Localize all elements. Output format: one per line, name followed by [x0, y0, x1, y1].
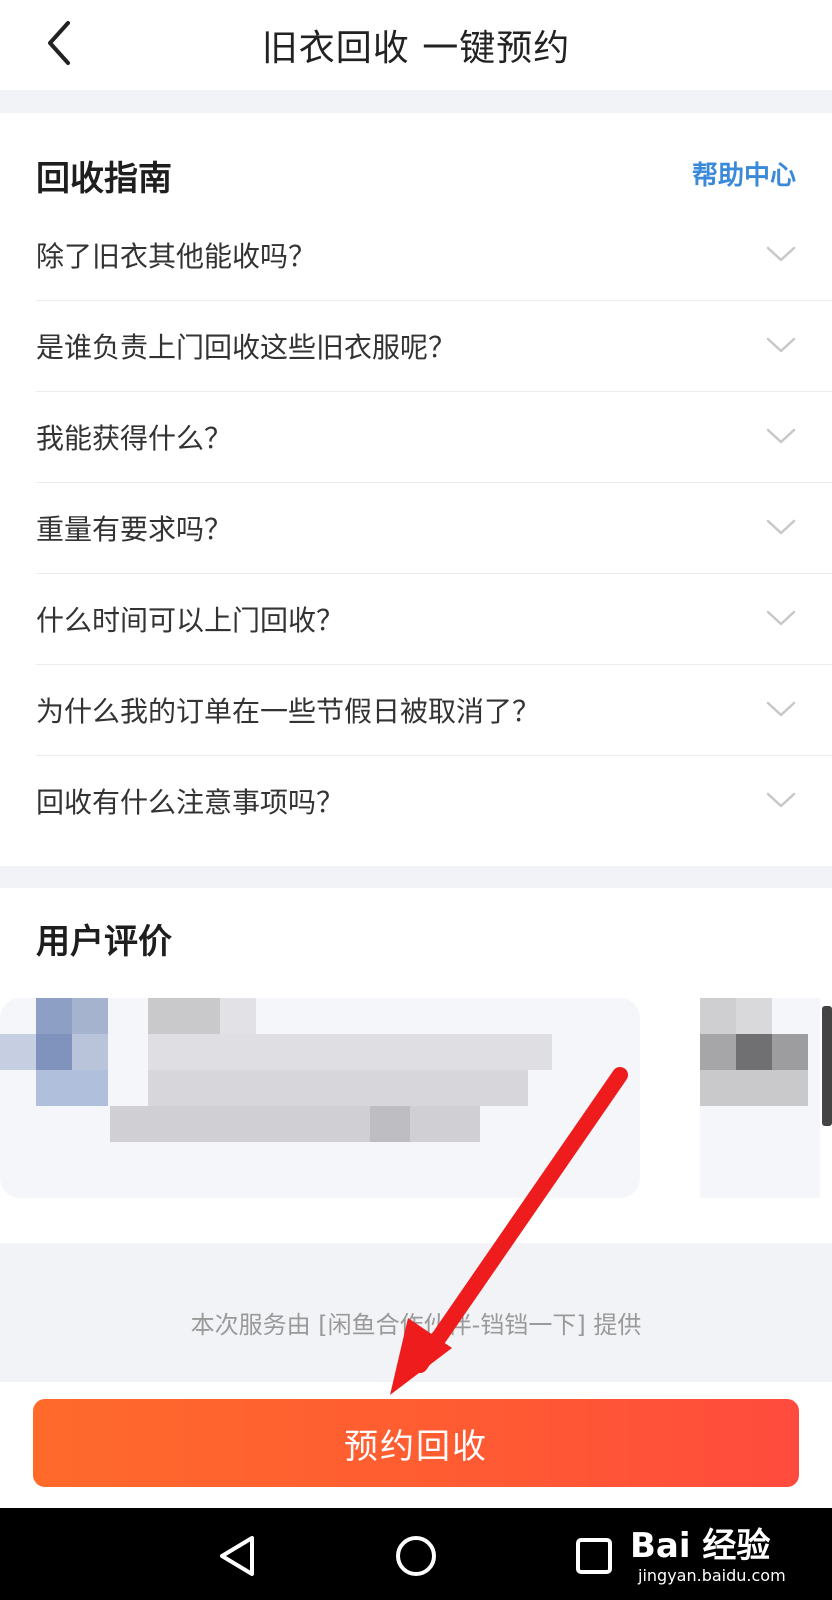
pixelated-text: [110, 1106, 480, 1142]
faq-item[interactable]: 我能获得什么？: [36, 392, 832, 483]
chevron-left-icon: [48, 21, 70, 65]
faq-item[interactable]: 除了旧衣其他能收吗？: [36, 210, 832, 301]
nav-back-icon[interactable]: [210, 1528, 266, 1584]
pixelated-avatar: [72, 998, 108, 1034]
pixelated-avatar: [72, 1034, 108, 1070]
faq-question: 重量有要求吗？: [36, 513, 233, 546]
chevron-down-icon: [766, 792, 796, 808]
guide-title: 回收指南: [36, 159, 172, 199]
pixelated-text: [736, 998, 772, 1034]
faq-question: 什么时间可以上门回收？: [36, 604, 345, 637]
review-card-pixelated[interactable]: [0, 998, 640, 1198]
faq-question: 是谁负责上门回收这些旧衣服呢？: [36, 331, 457, 364]
bottom-action-bar: 预约回收: [0, 1382, 832, 1508]
help-center-link[interactable]: 帮助中心: [692, 155, 796, 192]
pixelated-avatar: [36, 1034, 72, 1070]
pixelated-text: [148, 1034, 552, 1070]
review-card-pixelated[interactable]: [700, 998, 820, 1198]
chevron-down-icon: [766, 701, 796, 717]
pixelated-text: [220, 998, 256, 1034]
scrollbar-thumb[interactable]: [822, 1006, 832, 1126]
faq-question: 回收有什么注意事项吗？: [36, 786, 345, 819]
pixelated-avatar: [36, 998, 72, 1034]
back-button[interactable]: [34, 18, 84, 68]
pixelated-text: [148, 998, 220, 1034]
faq-item[interactable]: 什么时间可以上门回收？: [36, 574, 832, 665]
pixelated-text: [772, 1034, 808, 1070]
top-bar: 旧衣回收 一键预约: [0, 0, 832, 90]
page-title: 旧衣回收 一键预约: [261, 28, 571, 69]
book-recycling-button[interactable]: 预约回收: [33, 1399, 799, 1487]
pixelated-text: [700, 1070, 808, 1106]
pixelated-text: [700, 1034, 736, 1070]
pixelated-text: [370, 1106, 410, 1142]
faq-item[interactable]: 是谁负责上门回收这些旧衣服呢？: [36, 301, 832, 392]
pixelated-text: [736, 1034, 772, 1070]
chevron-down-icon: [766, 428, 796, 444]
chevron-down-icon: [766, 519, 796, 535]
nav-recents-icon[interactable]: [566, 1528, 622, 1584]
user-reviews-section: 用户评价: [0, 888, 832, 1243]
faq-question: 为什么我的订单在一些节假日被取消了？: [36, 695, 541, 728]
provider-note: 本次服务由 [闲鱼合作伙伴-铛铛一下] 提供: [190, 1311, 642, 1339]
baidu-jingyan-watermark: Bai 经验 jingyan.baidu.com: [630, 1514, 810, 1594]
nav-home-icon[interactable]: [388, 1528, 444, 1584]
pixelated-avatar: [0, 1034, 36, 1070]
faq-list: 除了旧衣其他能收吗？ 是谁负责上门回收这些旧衣服呢？ 我能获得什么？ 重量有要求…: [36, 210, 832, 846]
watermark-brand: Bai 经验: [630, 1526, 771, 1566]
pixelated-avatar: [36, 1070, 108, 1106]
faq-item[interactable]: 重量有要求吗？: [36, 483, 832, 574]
reviews-title: 用户评价: [36, 922, 172, 962]
chevron-down-icon: [766, 246, 796, 262]
faq-question: 我能获得什么？: [36, 422, 233, 455]
faq-question: 除了旧衣其他能收吗？: [36, 240, 317, 273]
pixelated-text: [700, 998, 736, 1034]
chevron-down-icon: [766, 337, 796, 353]
faq-item[interactable]: 为什么我的订单在一些节假日被取消了？: [36, 665, 832, 756]
pixelated-text: [148, 1070, 528, 1106]
chevron-down-icon: [766, 610, 796, 626]
recycle-guide-section: 回收指南 帮助中心 除了旧衣其他能收吗？ 是谁负责上门回收这些旧衣服呢？ 我能获…: [0, 113, 832, 866]
faq-item[interactable]: 回收有什么注意事项吗？: [36, 756, 832, 846]
watermark-url: jingyan.baidu.com: [638, 1566, 786, 1585]
